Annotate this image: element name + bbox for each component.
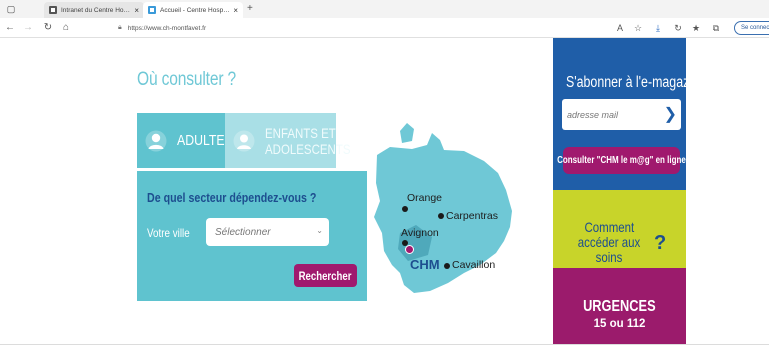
forward-icon[interactable]: → [22,22,34,34]
refresh-icon[interactable]: ↻ [42,22,54,34]
map-label-avignon: Avignon [401,227,439,239]
collections-icon[interactable]: ⧉ [710,22,722,34]
url-field[interactable]: 🔒︎ https://www.ch-montfavet.fr [118,21,618,35]
question-icon: ? [654,232,667,254]
urgences-title: URGENCES [553,298,686,316]
access-care-text: Comment accéder aux soins [553,220,665,265]
city-select[interactable]: Sélectionner ⌄ [206,218,329,246]
url-text: https://www.ch-montfavet.fr [127,24,207,32]
page-title: Où consulter ? [137,69,237,90]
urgences-title-text: URGENCES [583,298,656,315]
favorites-icon[interactable]: ★ [690,22,702,34]
carpentras-marker [438,213,444,219]
consult-magazine-label: Consulter "CHM le m@g" en ligne [557,155,686,166]
city-label: Votre ville [147,226,190,240]
child-person-icon [233,130,255,151]
consult-magazine-button[interactable]: Consulter "CHM le m@g" en ligne [557,147,686,174]
city-select-value: Sélectionner [215,226,271,238]
tab-actions-icon[interactable]: ▢ [6,4,16,14]
urgences-numbers: 15 ou 112 [593,318,646,330]
magazine-title: S'abonner à l'e-magazine [566,74,706,91]
map-label-orange: Orange [407,192,443,204]
map-label-chm: CHM [410,257,440,272]
submit-arrow-icon[interactable]: ❯ [664,104,677,124]
page-divider [0,344,769,345]
search-button-label: Rechercher [299,268,352,283]
tab-title: Intranet du Centre Hospitalier M [61,6,132,14]
tab-enfants-line1: ENFANTS ET [265,124,336,141]
address-bar: ← → ↻ ⌂ 🔒︎ https://www.ch-montfavet.fr A… [0,18,769,38]
sign-in-button[interactable]: Se connecter [734,21,769,35]
adult-person-icon [145,130,167,151]
chevron-down-icon: ⌄ [316,226,323,235]
site-favicon-icon [148,6,156,14]
intranet-favicon-icon [49,6,57,14]
close-tab-icon[interactable]: × [233,6,238,15]
access-care-line1: Comment [584,219,634,235]
cavaillon-marker [444,263,450,269]
tab-adultes[interactable]: ADULTES [137,113,233,168]
map-label-cavaillon: Cavaillon [452,259,496,271]
home-icon[interactable]: ⌂ [60,22,72,34]
tab-enfants[interactable]: ENFANTS ET ADOLESCENTS [225,113,350,168]
email-placeholder: adresse mail [567,109,619,120]
orange-marker [402,206,408,212]
sector-search-title: De quel secteur dépendez-vous ? [147,190,317,205]
favorite-star-icon[interactable]: ☆ [632,22,644,34]
new-tab-icon[interactable]: + [247,3,253,14]
reload-icon[interactable]: ↻ [672,22,684,34]
close-tab-icon[interactable]: × [134,6,139,15]
browser-tab-strip: ▢ Intranet du Centre Hospitalier M × Acc… [0,0,769,18]
map-label-carpentras: Carpentras [446,210,498,222]
chm-marker [405,245,414,254]
browser-tab-accueil[interactable]: Accueil - Centre Hospitalier Mon × [143,2,243,18]
back-icon[interactable]: ← [4,22,16,34]
map-enclave-shape [400,123,414,143]
read-aloud-icon[interactable]: A [614,22,626,34]
tab-title: Accueil - Centre Hospitalier Mon [160,6,231,14]
download-icon[interactable]: ⤓ [652,22,664,34]
email-field[interactable]: adresse mail ❯ [562,99,681,130]
tab-enfants-label: ENFANTS ET ADOLESCENTS [265,125,350,157]
access-care-line2: accéder aux soins [577,234,641,265]
search-button[interactable]: Rechercher [294,264,357,287]
lock-icon: 🔒︎ [118,24,122,31]
browser-tab-intranet[interactable]: Intranet du Centre Hospitalier M × [44,2,144,18]
tab-enfants-line2: ADOLESCENTS [265,140,351,157]
